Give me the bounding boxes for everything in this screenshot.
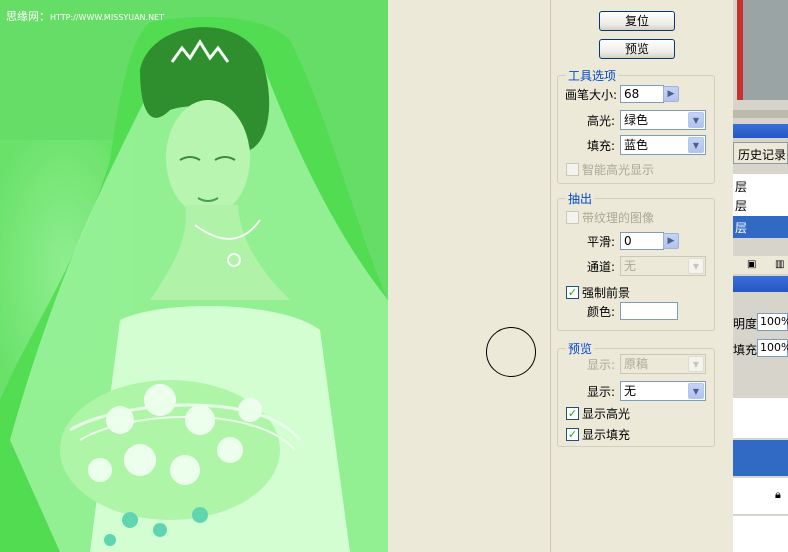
highlight-select[interactable]: 绿色 ▼ <box>620 110 706 130</box>
panel-titlebar <box>733 124 788 138</box>
tab-history-label: 历史记录 <box>738 148 787 162</box>
highlighted-photo <box>0 0 388 552</box>
show-view-value: 原稿 <box>624 357 649 371</box>
smooth-arrow-icon[interactable]: ▶ <box>663 233 679 249</box>
color-swatch[interactable] <box>620 302 678 320</box>
fill-value: 蓝色 <box>624 138 649 152</box>
channel-select[interactable]: 无 ▼ <box>620 256 706 276</box>
chevron-down-icon: ▼ <box>688 137 704 153</box>
highlight-value: 绿色 <box>624 113 649 127</box>
work-area[interactable] <box>388 0 550 552</box>
highlight-label: 高光: <box>587 114 616 128</box>
show-fill-label: 显示填充 <box>582 428 631 442</box>
smart-highlight-label: 智能高光显示 <box>582 163 655 177</box>
show-view-select[interactable]: 原稿 ▼ <box>620 354 706 374</box>
show-highlight-checkbox[interactable]: ✓ <box>566 407 579 420</box>
opacity-input[interactable]: 100% <box>757 313 788 331</box>
show-mode-value: 无 <box>624 384 637 398</box>
show-highlight-label: 显示高光 <box>582 407 631 421</box>
channel-label: 通道: <box>587 260 616 274</box>
extract-options-panel: 复位 预览 工具选项 画笔大小: 68 ▶ 高光: 绿色 ▼ 填充: 蓝色 ▼ … <box>551 0 733 552</box>
layers-list-blank <box>733 398 788 438</box>
trash-icon[interactable]: ▥ <box>775 259 784 270</box>
layer-toolbar: ▣ ▥ <box>733 256 788 274</box>
show-mode-select[interactable]: 无 ▼ <box>620 381 706 401</box>
fill-select[interactable]: 蓝色 ▼ <box>620 135 706 155</box>
layers-list-blank-2 <box>733 516 788 552</box>
show-fill-checkbox[interactable]: ✓ <box>566 428 579 441</box>
layer-row-label: 层 <box>735 221 748 235</box>
brush-size-arrow-icon[interactable]: ▶ <box>663 86 679 102</box>
panel-titlebar-2 <box>733 276 788 292</box>
layer-row-active[interactable] <box>733 440 788 476</box>
extraction-title: 抽出 <box>568 192 593 206</box>
smooth-input[interactable]: 0 <box>620 232 664 250</box>
brush-cursor-icon <box>486 327 536 377</box>
navigator-preview <box>743 0 788 100</box>
force-foreground-label: 强制前景 <box>582 286 631 300</box>
preview-button[interactable]: 预览 <box>599 39 675 59</box>
fill-opacity-input[interactable]: 100% <box>757 339 788 357</box>
watermark-name: 思缘网： <box>6 10 50 23</box>
watermark-url: HTTP://WWW.MISSYUAN.NET <box>50 13 164 22</box>
chevron-down-icon: ▼ <box>688 383 704 399</box>
force-foreground-checkbox[interactable]: ✓ <box>566 286 579 299</box>
lock-icon: 🔒︎ <box>775 488 781 501</box>
tool-options-title: 工具选项 <box>568 69 617 83</box>
chevron-down-icon: ▼ <box>688 258 704 274</box>
camera-icon[interactable]: ▣ <box>747 259 756 270</box>
chevron-down-icon: ▼ <box>688 356 704 372</box>
smooth-label: 平滑: <box>587 235 616 249</box>
layer-row-background[interactable]: 🔒︎ <box>733 478 788 514</box>
show-mode-label: 显示: <box>587 385 616 399</box>
photoshop-panels-strip: 历史记录 层 层 层 ▣ ▥ 明度: 100% 填充: 100% 🔒︎ <box>733 0 788 552</box>
layer-row-label: 层 <box>735 180 748 194</box>
layer-row[interactable]: 层 <box>733 194 788 216</box>
watermark: 思缘网：HTTP://WWW.MISSYUAN.NET <box>6 8 164 24</box>
smart-highlight-checkbox[interactable] <box>566 163 579 176</box>
textured-image-checkbox[interactable] <box>566 211 579 224</box>
textured-image-label: 带纹理的图像 <box>582 211 655 225</box>
tab-history[interactable]: 历史记录 <box>733 142 788 164</box>
channel-value: 无 <box>624 259 637 273</box>
show-view-label: 显示: <box>587 358 616 372</box>
reset-button[interactable]: 复位 <box>599 11 675 31</box>
slider-track[interactable] <box>733 110 788 118</box>
layer-row-selected[interactable]: 层 <box>733 216 788 238</box>
layer-row-label: 层 <box>735 199 748 213</box>
color-label: 颜色: <box>587 305 616 319</box>
image-canvas[interactable]: 思缘网：HTTP://WWW.MISSYUAN.NET <box>0 0 388 552</box>
chevron-down-icon: ▼ <box>688 112 704 128</box>
preview-title: 预览 <box>568 342 593 356</box>
fill-label: 填充: <box>587 139 616 153</box>
brush-size-input[interactable]: 68 <box>620 85 664 103</box>
brush-size-label: 画笔大小: <box>565 88 618 102</box>
